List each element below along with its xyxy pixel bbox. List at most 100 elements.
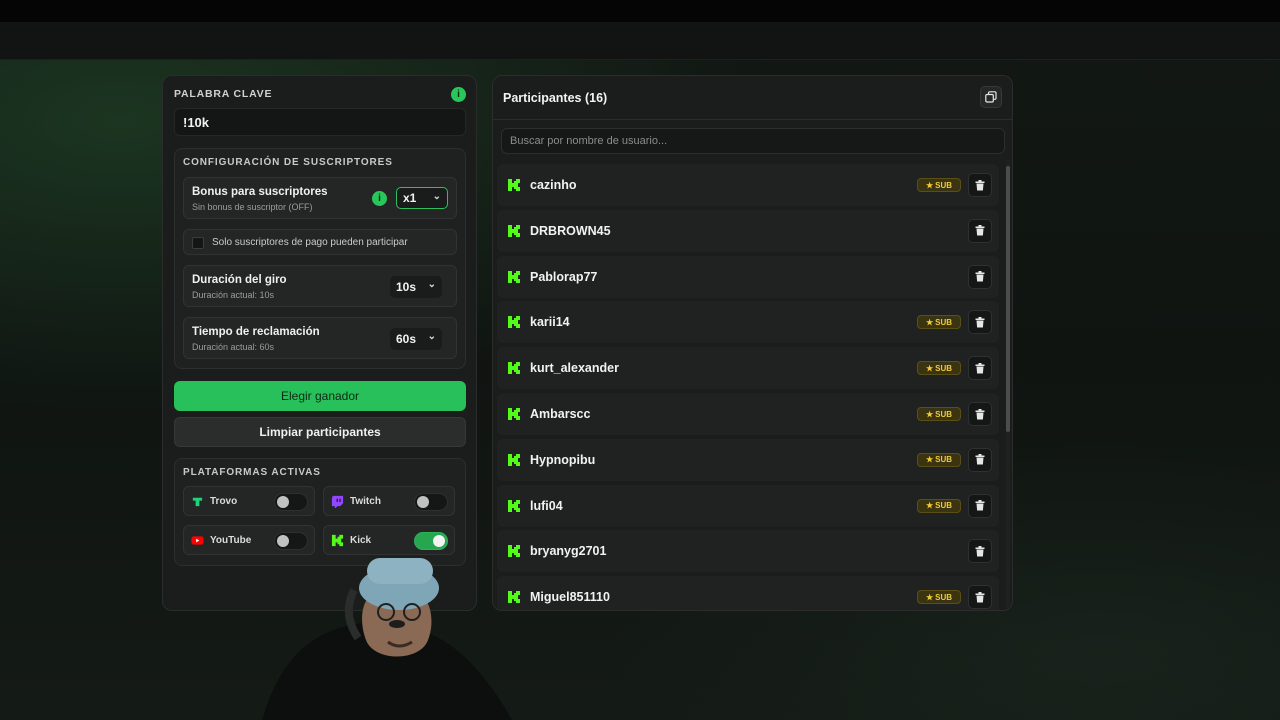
delete-participant-button[interactable] bbox=[968, 493, 992, 518]
platform-trovo: Trovo bbox=[183, 486, 315, 516]
twitch-toggle[interactable] bbox=[414, 493, 448, 511]
kick-icon bbox=[508, 270, 520, 283]
delete-participant-button[interactable] bbox=[968, 447, 992, 472]
top-bar bbox=[0, 0, 1280, 22]
sub-badge-label: SUB bbox=[935, 363, 953, 373]
paid-only-label: Solo suscriptores de pago pueden partici… bbox=[212, 237, 408, 248]
star-icon: ★ bbox=[925, 409, 934, 419]
pick-winner-button[interactable]: Elegir ganador bbox=[174, 381, 466, 411]
claim-time-row: Tiempo de reclamación Duración actual: 6… bbox=[183, 317, 457, 359]
subscriber-bonus-select[interactable]: x1 ⌄ bbox=[396, 187, 448, 209]
trash-icon bbox=[975, 179, 985, 190]
clear-participants-button[interactable]: Limpiar participantes bbox=[174, 417, 466, 447]
copy-icon bbox=[985, 91, 997, 103]
header-bar bbox=[0, 22, 1280, 60]
participant-name: Hypnopibu bbox=[530, 452, 596, 467]
sub-badge: ★ SUB bbox=[917, 498, 961, 513]
subscriber-bonus-title: Bonus para suscriptores bbox=[192, 186, 328, 198]
participant-row: Miguel851110 ★ SUB bbox=[497, 576, 999, 610]
participants-title: Participantes (16) bbox=[503, 91, 608, 105]
participant-row: lufi04 ★ SUB bbox=[497, 484, 999, 527]
trash-icon bbox=[975, 316, 985, 328]
delete-participant-button[interactable] bbox=[968, 585, 992, 610]
participant-row: Hypnopibu ★ SUB bbox=[497, 438, 999, 481]
participants-panel: Participantes (16) cazinho★SUBDRBROWN45 P… bbox=[492, 75, 1013, 611]
delete-participant-button[interactable] bbox=[968, 173, 992, 197]
sub-badge-label: SUB bbox=[935, 317, 953, 327]
spin-duration-select[interactable]: 10s ⌄ bbox=[390, 276, 442, 298]
trash-icon bbox=[975, 225, 985, 236]
platform-name: Twitch bbox=[350, 496, 381, 507]
participant-row: DRBROWN45 bbox=[497, 209, 999, 252]
claim-time-select[interactable]: 60s ⌄ bbox=[390, 328, 442, 350]
sub-badge: ★ SUB bbox=[917, 407, 961, 421]
spin-duration-title: Duración del giro bbox=[192, 274, 287, 286]
webcam-overlay bbox=[262, 530, 512, 720]
scrollbar-thumb[interactable] bbox=[1006, 166, 1010, 432]
delete-participant-button[interactable] bbox=[968, 402, 992, 426]
participant-name: lufi04 bbox=[530, 498, 563, 513]
delete-participant-button[interactable] bbox=[968, 264, 992, 289]
sub-badge: ★ SUB bbox=[917, 361, 961, 376]
paid-only-row[interactable]: Solo suscriptores de pago pueden partici… bbox=[183, 229, 457, 255]
trash-icon bbox=[975, 591, 985, 603]
platform-twitch: Twitch bbox=[323, 486, 455, 516]
subscriber-bonus-row: Bonus para suscriptores Sin bonus de sus… bbox=[183, 177, 457, 219]
kick-icon bbox=[508, 453, 520, 466]
streamer-image bbox=[262, 558, 512, 720]
trash-icon bbox=[975, 362, 985, 374]
star-icon: ★ bbox=[925, 501, 934, 511]
kick-icon bbox=[508, 499, 520, 512]
platforms-title: PLATAFORMAS ACTIVAS bbox=[183, 467, 321, 478]
keyword-input[interactable] bbox=[174, 108, 466, 136]
copy-button[interactable] bbox=[980, 86, 1002, 108]
sub-badge-label: SUB bbox=[935, 180, 953, 190]
kick-icon bbox=[508, 179, 520, 191]
trash-icon bbox=[975, 500, 985, 511]
trovo-icon bbox=[192, 497, 203, 507]
trovo-toggle[interactable] bbox=[274, 493, 308, 511]
sub-badge-label: SUB bbox=[935, 409, 953, 419]
participant-row: Ambarscc ★ SUB bbox=[497, 393, 999, 435]
subscriber-config-title: CONFIGURACIÓN DE SUSCRIPTORES bbox=[183, 157, 393, 168]
youtube-icon bbox=[191, 536, 204, 545]
sub-badge: ★ SUB bbox=[917, 452, 961, 467]
paid-only-checkbox[interactable] bbox=[192, 237, 204, 249]
participant-name: Pablorap77 bbox=[530, 269, 598, 284]
platform-name: Trovo bbox=[210, 496, 238, 507]
chevron-down-icon: ⌄ bbox=[427, 279, 436, 290]
star-icon: ★ bbox=[925, 455, 934, 465]
sub-badge: ★ SUB bbox=[917, 178, 961, 192]
sub-badge: ★ SUB bbox=[917, 315, 961, 330]
participant-row: kurt_alexander ★ SUB bbox=[497, 347, 999, 390]
subscriber-bonus-subtitle: Sin bonus de suscriptor (OFF) bbox=[192, 202, 313, 212]
delete-participant-button[interactable] bbox=[968, 310, 992, 335]
search-input[interactable] bbox=[501, 128, 1005, 154]
delete-participant-button[interactable] bbox=[968, 218, 992, 243]
star-icon: ★ bbox=[925, 592, 934, 602]
participant-name: Ambarscc bbox=[530, 407, 591, 421]
subscriber-config-section: CONFIGURACIÓN DE SUSCRIPTORES Bonus para… bbox=[174, 148, 466, 369]
toggle-knob bbox=[417, 496, 429, 508]
chevron-down-icon: ⌄ bbox=[432, 191, 441, 202]
trash-icon bbox=[975, 271, 985, 282]
subscriber-bonus-info-icon[interactable]: i bbox=[372, 191, 387, 206]
sub-badge-label: SUB bbox=[935, 592, 953, 602]
participants-list: cazinho ★ SUB DRBROWN45 Pablorap77 karii14 ★ SU… bbox=[497, 164, 1003, 610]
participants-scrollbar[interactable] bbox=[1006, 160, 1010, 608]
keyword-info-icon[interactable]: i bbox=[451, 87, 466, 102]
sub-badge-label: SUB bbox=[935, 501, 953, 511]
participant-row: cazinho ★ SUB bbox=[497, 164, 999, 206]
divider bbox=[493, 119, 1012, 120]
delete-participant-button[interactable] bbox=[968, 356, 992, 381]
kick-icon bbox=[508, 408, 520, 420]
kick-icon bbox=[508, 316, 520, 329]
trash-icon bbox=[975, 454, 985, 465]
claim-time-subtitle: Duración actual: 60s bbox=[192, 342, 275, 352]
keyword-label: PALABRA CLAVE bbox=[174, 88, 273, 100]
participant-name: bryanyg2701 bbox=[530, 544, 607, 559]
trash-icon bbox=[975, 545, 985, 557]
delete-participant-button[interactable] bbox=[968, 539, 992, 564]
spin-duration-row: Duración del giro Duración actual: 10s 1… bbox=[183, 265, 457, 307]
participant-row: karii14 ★ SUB bbox=[497, 301, 999, 344]
